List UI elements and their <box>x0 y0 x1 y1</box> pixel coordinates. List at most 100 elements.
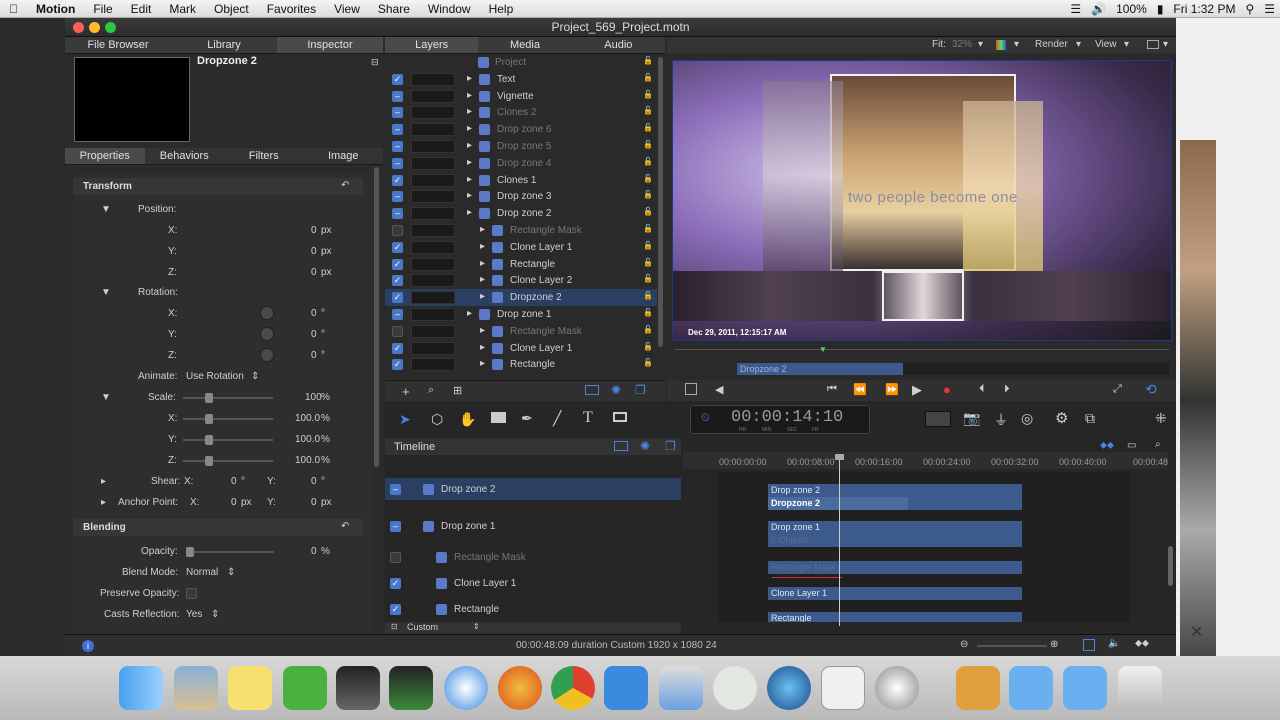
clip-drop-zone-2[interactable]: Drop zone 2 <box>768 484 1022 497</box>
evernote-icon[interactable] <box>283 666 327 710</box>
apple-menu-icon[interactable]:  <box>0 2 27 16</box>
rotation-dial[interactable] <box>260 327 274 341</box>
scale-y-slider[interactable] <box>183 439 273 441</box>
keyframe-nav-icon[interactable]: ⬥⬥ <box>1100 440 1114 451</box>
opacity-slider-knob[interactable] <box>186 547 194 557</box>
keyframe-line[interactable] <box>772 577 842 578</box>
library-icon[interactable] <box>925 411 951 427</box>
clip-drop-zone-1[interactable]: Drop zone 1 <box>768 521 1022 534</box>
shape-tool-icon[interactable] <box>491 412 506 423</box>
zoom-slider[interactable] <box>977 645 1047 647</box>
scale-z-slider[interactable] <box>183 460 273 462</box>
chevron-down-icon[interactable]: ▾ <box>1014 39 1019 50</box>
timeline-track-row[interactable]: ✓ Rectangle <box>385 598 681 620</box>
chevron-down-icon[interactable]: ▾ <box>978 39 983 50</box>
hand-tool-icon[interactable]: ✋ <box>459 411 476 428</box>
track-name[interactable]: Drop zone 2 <box>441 484 495 495</box>
menu-favorites[interactable]: Favorites <box>258 2 325 16</box>
layer-visibility-checkbox[interactable]: ✓ <box>392 342 403 354</box>
clock[interactable]: Fri 1:32 PM <box>1168 2 1240 16</box>
shear-y-value[interactable]: 0 <box>311 476 317 487</box>
firefox-icon[interactable] <box>498 666 542 710</box>
menu-edit[interactable]: Edit <box>122 2 161 16</box>
layer-visibility-checkbox[interactable]: – <box>392 191 403 203</box>
disclosure-icon[interactable]: ▸ <box>480 358 485 369</box>
tab-library[interactable]: Library <box>171 37 277 53</box>
rotation-dial[interactable] <box>260 306 274 320</box>
generator-icon[interactable]: ◎ <box>1021 410 1033 427</box>
layer-row[interactable]: – ▸ Drop zone 2 🔓 <box>385 205 657 222</box>
layer-name[interactable]: Rectangle Mask <box>510 326 582 337</box>
layer-view-icon[interactable] <box>585 385 599 395</box>
record-icon[interactable]: ● <box>943 382 951 397</box>
disclosure-icon[interactable]: ▼ <box>101 392 111 403</box>
menu-help[interactable]: Help <box>480 2 523 16</box>
track-name[interactable]: Rectangle Mask <box>454 552 526 563</box>
zoom-window-button[interactable] <box>105 22 116 33</box>
layer-row[interactable]: – ▸ Clones 2 🔓 <box>385 104 657 121</box>
quicktime-icon[interactable] <box>767 666 811 710</box>
playhead-handle[interactable] <box>835 454 844 460</box>
timeline-track-row[interactable]: Rectangle Mask <box>385 546 681 568</box>
layer-row[interactable]: ▸ Rectangle Mask 🔓 <box>385 323 657 340</box>
timeline-ruler[interactable]: 00:00:00:00 00:00:08:00 00:00:16:00 00:0… <box>683 452 1168 469</box>
close-icon[interactable]: ✕ <box>1190 622 1203 642</box>
timecode-mode-icon[interactable]: ⏲ <box>701 412 710 425</box>
layer-visibility-checkbox[interactable]: ✓ <box>392 292 403 304</box>
timeline-scrollbar[interactable] <box>1168 546 1173 586</box>
preview-app-icon[interactable] <box>174 666 218 710</box>
frame-icon[interactable]: ⊡ <box>391 622 398 631</box>
inspector-scrollbar[interactable] <box>374 167 379 467</box>
fit-value[interactable]: 32% <box>952 39 972 50</box>
chevron-down-icon[interactable]: ▾ <box>1124 39 1129 50</box>
safari-icon[interactable] <box>444 666 488 710</box>
disclosure-icon[interactable]: ▸ <box>467 140 472 151</box>
timeline-track-row[interactable]: – Drop zone 1 <box>385 515 681 537</box>
menu-file[interactable]: File <box>84 2 121 16</box>
disclosure-icon[interactable]: ▸ <box>480 325 485 336</box>
scale-x-slider[interactable] <box>183 418 273 420</box>
zoom-out-icon[interactable]: ⊖ <box>960 639 968 650</box>
pos-z-value[interactable]: 0 <box>311 267 317 278</box>
layer-row[interactable]: ✓ ▸ Clones 1 🔓 <box>385 172 657 189</box>
bezier-tool-icon[interactable]: ✒ <box>521 410 533 427</box>
timecode-value[interactable]: 00:00:14:10 <box>731 408 843 427</box>
disclosure-icon[interactable]: ▸ <box>480 342 485 353</box>
search-icon[interactable]: ⌕ <box>1155 439 1161 450</box>
disclosure-icon[interactable]: ▸ <box>480 258 485 269</box>
layer-row[interactable]: ✓ ▸ Rectangle 🔓 <box>385 256 657 273</box>
menu-mark[interactable]: Mark <box>160 2 205 16</box>
layer-row[interactable]: ▸ Rectangle Mask 🔓 <box>385 222 657 239</box>
add-layer-icon[interactable]: + <box>402 384 410 399</box>
timecode-display[interactable]: ⏲ 00:00:14:10 HR MIN SEC FR <box>690 405 870 434</box>
layer-row[interactable]: ✓ ▸ Clone Layer 1 🔓 <box>385 239 657 256</box>
loop-icon[interactable]: ⟲ <box>1145 381 1157 398</box>
camera-icon[interactable]: 📷 <box>963 410 980 427</box>
custom-dropdown[interactable]: Custom <box>407 622 438 632</box>
mini-timeline[interactable] <box>675 349 1169 359</box>
volume-icon[interactable]: 🔈 <box>1108 638 1120 649</box>
track-visibility-checkbox[interactable]: – <box>390 521 401 532</box>
search-icon[interactable]: ⚲ <box>1240 2 1259 16</box>
app-store-icon[interactable] <box>604 666 648 710</box>
step-back-icon[interactable]: ◀ <box>715 383 723 396</box>
layer-name[interactable]: Drop zone 2 <box>497 208 551 219</box>
lock-icon[interactable]: 🔓 <box>643 258 653 267</box>
layer-visibility-checkbox[interactable]: ✓ <box>392 359 403 371</box>
clip-clone-layer-1[interactable]: Clone Layer 1 <box>768 587 1022 600</box>
transform-header[interactable]: Transform ↶ <box>73 178 363 195</box>
lock-icon[interactable]: 🔓 <box>643 90 653 99</box>
menu-object[interactable]: Object <box>205 2 258 16</box>
tab-inspector[interactable]: Inspector <box>277 37 383 53</box>
mask-tool-icon[interactable] <box>613 412 627 422</box>
chevron-down-icon[interactable]: ▾ <box>1076 39 1081 50</box>
disclosure-right-icon[interactable]: ▸ <box>101 497 106 508</box>
lock-icon[interactable]: ⊟ <box>371 57 379 68</box>
compressor-icon[interactable] <box>875 666 919 710</box>
layer-visibility-checkbox[interactable] <box>392 225 403 236</box>
layer-visibility-checkbox[interactable]: – <box>392 157 403 169</box>
pos-y-value[interactable]: 0 <box>311 246 317 257</box>
track-visibility-checkbox[interactable] <box>390 552 401 563</box>
menu-share[interactable]: Share <box>369 2 419 16</box>
layer-row[interactable]: ✓ ▸ Text 🔓 <box>385 71 657 88</box>
